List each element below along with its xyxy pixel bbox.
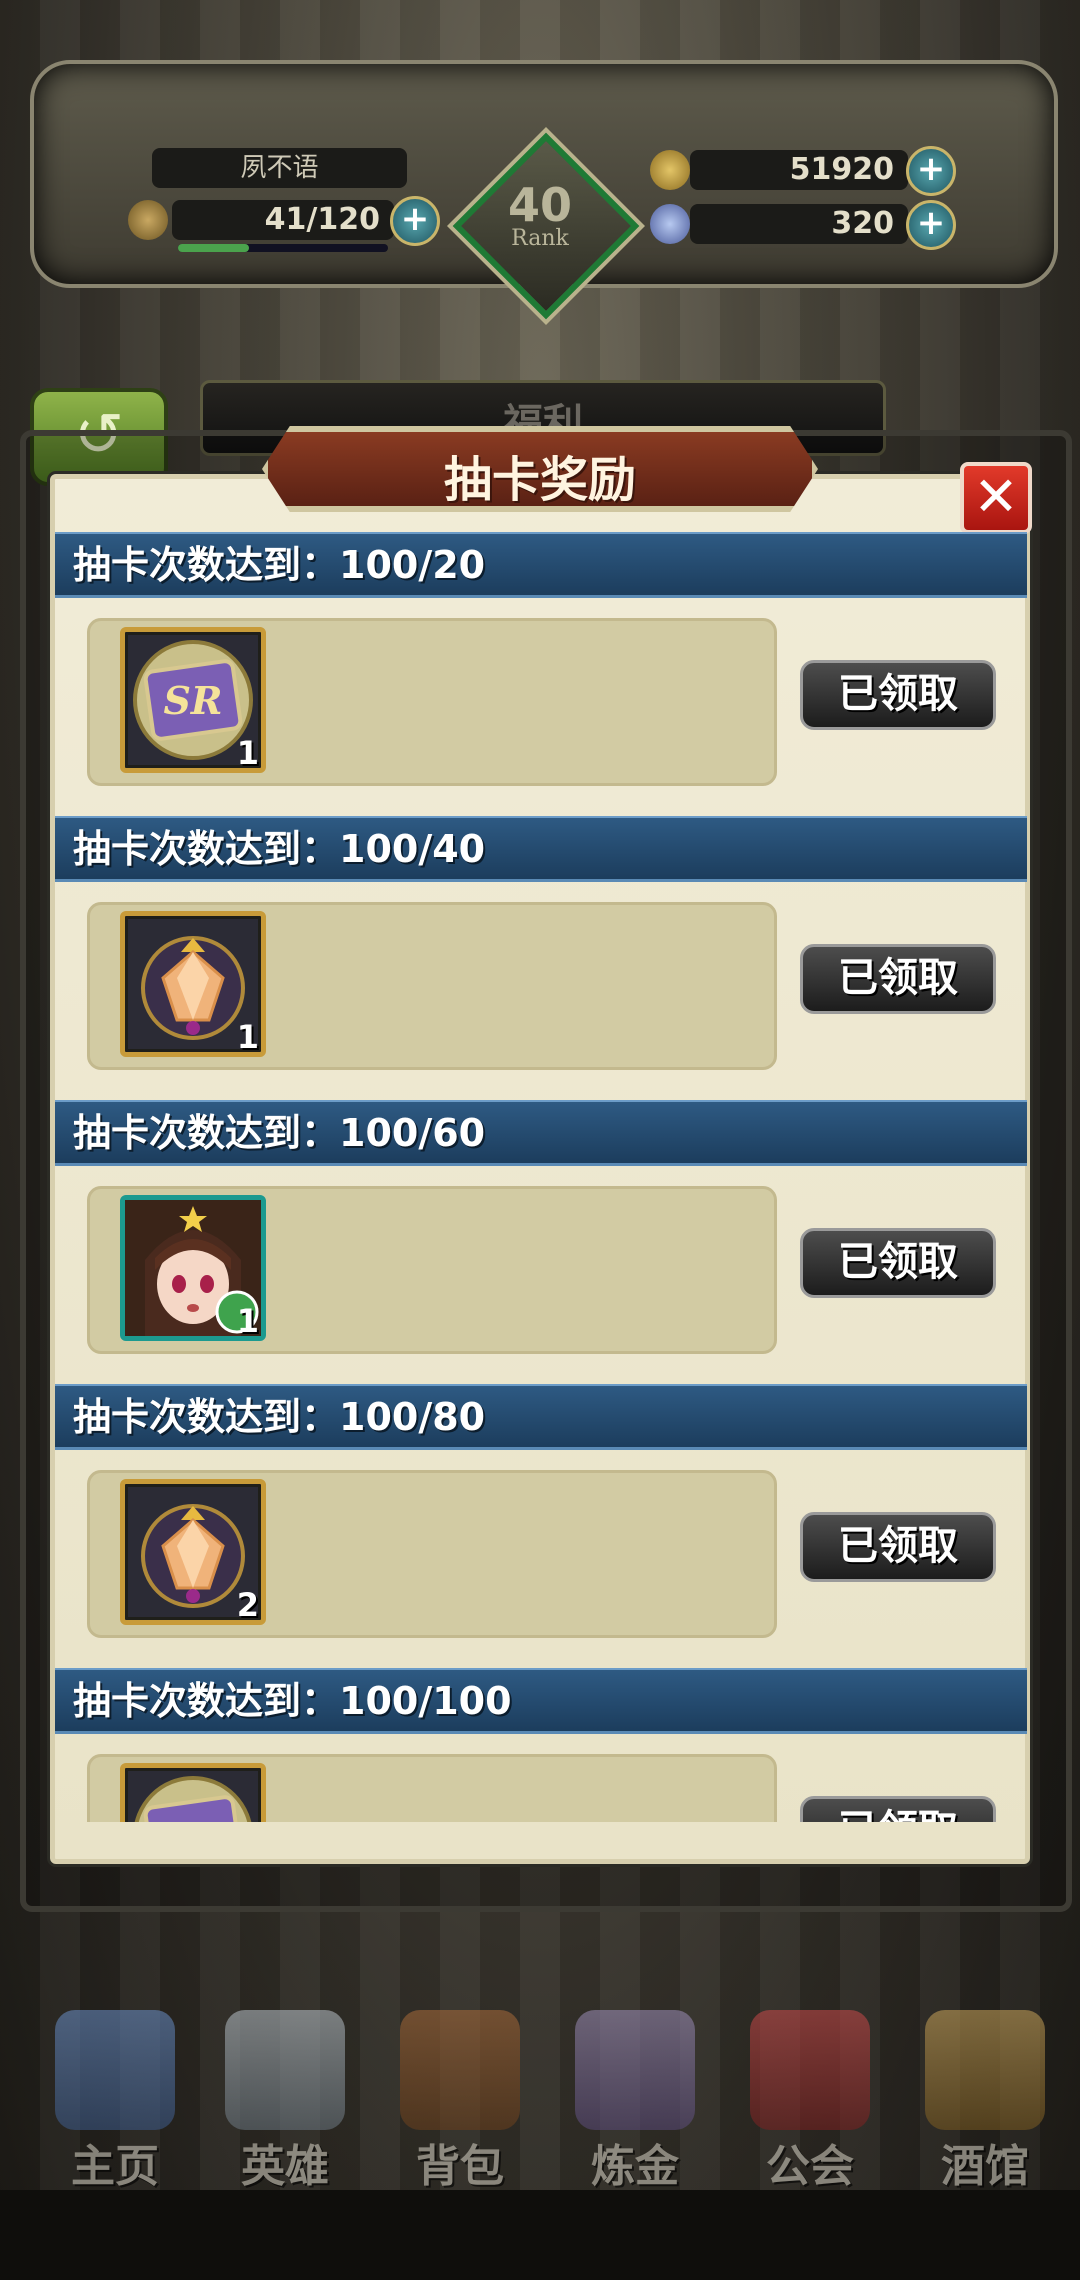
add-stamina-button[interactable]: + — [390, 196, 440, 246]
crystal-emblem-icon[interactable]: 1 — [120, 911, 266, 1057]
close-button[interactable]: ✕ — [960, 462, 1032, 534]
sr-card-graphic — [134, 1776, 252, 1822]
stamina-icon — [128, 200, 168, 240]
tavern-icon — [925, 2010, 1045, 2130]
add-gem-button[interactable]: + — [906, 200, 956, 250]
nav-alchemy[interactable]: 炼金 — [550, 1990, 720, 2192]
reward-slot: 2 — [87, 1470, 777, 1638]
add-gold-button[interactable]: + — [906, 146, 956, 196]
dialog-title-banner: 抽卡奖励 — [262, 426, 818, 512]
row-body: 已领取 — [55, 1734, 1027, 1822]
row-body: 1 已领取 — [55, 1166, 1027, 1384]
sr-card-icon[interactable]: SR 1 — [120, 627, 266, 773]
item-quantity: 1 — [236, 1302, 259, 1340]
rank-number: 40 — [507, 178, 572, 232]
player-name: 夙不语 — [152, 148, 407, 188]
row-header: 抽卡次数达到：100/20 — [55, 532, 1027, 598]
row-body: 2 已领取 — [55, 1450, 1027, 1668]
reward-slot: SR 1 — [87, 618, 777, 786]
crystal-emblem-icon[interactable]: 2 — [120, 1479, 266, 1625]
nav-heroes[interactable]: 英雄 — [200, 1990, 370, 2192]
stamina-bar-fill — [178, 244, 250, 252]
reward-row: 抽卡次数达到：100/100 已领取 — [55, 1668, 1027, 1822]
gold-coin-icon — [650, 150, 690, 190]
row-header: 抽卡次数达到：100/60 — [55, 1100, 1027, 1166]
nav-label: 公会 — [766, 2141, 854, 2192]
nav-label: 英雄 — [241, 2141, 329, 2192]
nav-label: 炼金 — [591, 2141, 679, 2192]
backpack-icon — [400, 2010, 520, 2130]
claimed-button[interactable]: 已领取 — [800, 1796, 996, 1822]
reward-slot: 1 — [87, 1186, 777, 1354]
gold-value: 51920 — [690, 150, 908, 190]
gem-icon — [650, 204, 690, 244]
top-hud: 夙不语 41/120 + 40 Rank 51920 + 320 + — [0, 0, 1080, 330]
reward-row: 抽卡次数达到：100/80 2 已领取 — [55, 1384, 1027, 1668]
nav-guild[interactable]: 公会 — [725, 1990, 895, 2192]
reward-row: 抽卡次数达到：100/40 1 已领取 — [55, 816, 1027, 1100]
dialog-title: 抽卡奖励 — [443, 452, 636, 508]
alchemy-icon — [575, 2010, 695, 2130]
nav-label: 酒馆 — [941, 2141, 1029, 2192]
sr-card-icon[interactable] — [120, 1763, 266, 1822]
row-header: 抽卡次数达到：100/40 — [55, 816, 1027, 882]
reward-row: 抽卡次数达到：100/20 SR 1 已领取 — [55, 532, 1027, 816]
rank-badge: 40 Rank — [452, 132, 640, 320]
reward-row: 抽卡次数达到：100/60 1 已领取 — [55, 1100, 1027, 1384]
gem-value: 320 — [690, 204, 908, 244]
claimed-button[interactable]: 已领取 — [800, 944, 996, 1014]
item-quantity: 2 — [236, 1586, 259, 1624]
reward-slot — [87, 1754, 777, 1822]
row-header: 抽卡次数达到：100/80 — [55, 1384, 1027, 1450]
system-bar — [0, 2190, 1080, 2280]
nav-backpack[interactable]: 背包 — [375, 1990, 545, 2192]
stamina-value: 41/120 — [172, 200, 394, 240]
claimed-button[interactable]: 已领取 — [800, 660, 996, 730]
rank-label: Rank — [511, 226, 569, 251]
nav-label: 背包 — [416, 2141, 504, 2192]
stamina-bar — [178, 244, 388, 252]
reward-slot: 1 — [87, 902, 777, 1070]
row-header: 抽卡次数达到：100/100 — [55, 1668, 1027, 1734]
item-quantity: 1 — [236, 1018, 259, 1056]
castle-icon — [55, 2010, 175, 2130]
nav-label: 主页 — [71, 2141, 159, 2192]
nav-home[interactable]: 主页 — [30, 1990, 200, 2192]
hero-helmet-icon — [225, 2010, 345, 2130]
bottom-nav: 主页 英雄 背包 炼金 公会 酒馆 — [0, 1990, 1080, 2192]
claimed-button[interactable]: 已领取 — [800, 1228, 996, 1298]
guild-shield-icon — [750, 2010, 870, 2130]
hero-portrait-icon[interactable]: 1 — [120, 1195, 266, 1341]
row-body: SR 1 已领取 — [55, 598, 1027, 816]
svg-text:SR: SR — [163, 678, 222, 723]
nav-tavern[interactable]: 酒馆 — [900, 1990, 1070, 2192]
row-body: 1 已领取 — [55, 882, 1027, 1100]
claimed-button[interactable]: 已领取 — [800, 1512, 996, 1582]
close-icon: ✕ — [973, 465, 1019, 528]
item-quantity: 1 — [236, 734, 259, 772]
reward-list[interactable]: 抽卡次数达到：100/20 SR 1 已领取 抽卡次数达到：100/40 1 已… — [55, 532, 1027, 1822]
